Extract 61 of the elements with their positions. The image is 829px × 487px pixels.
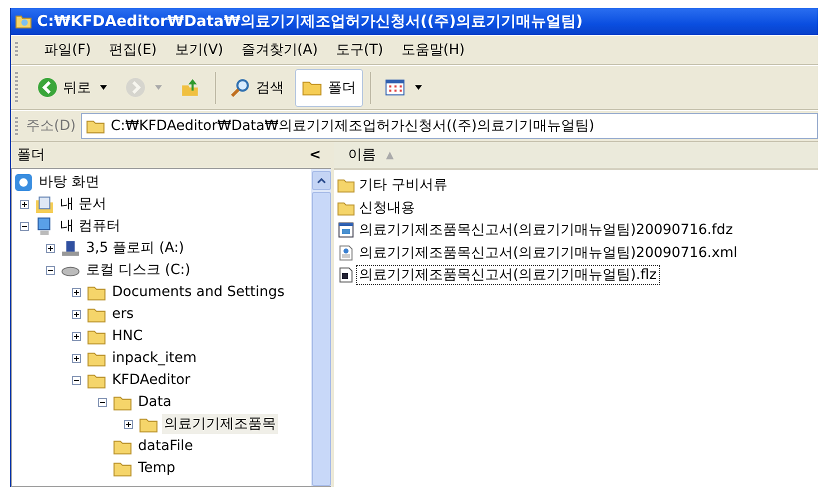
folder-icon <box>86 118 105 134</box>
collapse-toggle-icon[interactable] <box>46 266 55 274</box>
document-icon <box>337 244 355 261</box>
tree-item[interactable]: 의료기기제조품목 <box>162 414 278 434</box>
folder-up-icon <box>180 77 201 98</box>
column-header[interactable]: 이름 ▲ <box>334 142 818 170</box>
tree-item[interactable]: 바탕 화면 <box>37 172 102 192</box>
file-item[interactable]: 신청내용 <box>356 198 418 218</box>
search-button[interactable]: 검색 <box>223 68 291 106</box>
expand-toggle-icon[interactable] <box>124 420 133 428</box>
tree-item[interactable]: Documents and Settings <box>110 283 286 301</box>
caret-icon <box>100 85 107 90</box>
caret-icon <box>415 85 422 90</box>
collapse-toggle-icon[interactable] <box>98 398 107 406</box>
file-item[interactable]: 기타 구비서류 <box>356 175 450 196</box>
file-item[interactable]: 의료기기제조품목신고서(의료기기매뉴얼팀).flz <box>356 265 660 286</box>
menu-item[interactable]: 편집(E) <box>108 41 157 59</box>
views-icon <box>385 77 406 98</box>
expand-toggle-icon[interactable] <box>72 310 81 318</box>
close-pane-button[interactable]: < <box>305 147 325 163</box>
tree-item[interactable]: KFDAeditor <box>110 371 192 389</box>
window-file-icon <box>337 222 355 238</box>
menu-item[interactable]: 파일(F) <box>44 41 91 59</box>
menu-item[interactable]: 도구(T) <box>336 41 384 59</box>
menu-item[interactable]: 즐겨찾기(A) <box>241 41 318 59</box>
tree-item[interactable]: HNC <box>110 327 145 345</box>
file-item[interactable]: 의료기기제조품목신고서(의료기기매뉴얼팀)20090716.xml <box>356 242 740 263</box>
tree-item[interactable]: 내 문서 <box>58 194 108 214</box>
window-title: C:₩KFDAeditor₩Data₩의료기기제조업허가신청서((주)의료기기매뉴얼팀) <box>37 12 583 31</box>
folder-icon <box>337 177 355 194</box>
expand-toggle-icon[interactable] <box>20 200 29 208</box>
collapse-toggle-icon[interactable] <box>72 376 81 384</box>
expand-toggle-icon[interactable] <box>72 354 81 362</box>
tree-item[interactable]: 3,5 플로피 (A:) <box>84 238 186 258</box>
scroll-up-button[interactable] <box>312 171 330 190</box>
address-label: 주소(D) <box>26 117 76 135</box>
collapse-toggle-icon[interactable] <box>20 222 29 230</box>
file-item[interactable]: 의료기기제조품목신고서(의료기기매뉴얼팀)20090716.fdz <box>356 220 736 240</box>
expand-toggle-icon[interactable] <box>46 244 55 252</box>
caret-icon <box>155 85 162 90</box>
folder-icon <box>15 14 32 29</box>
pane-title: 폴더 <box>17 146 45 164</box>
search-icon <box>230 77 251 98</box>
address-field[interactable]: C:₩KFDAeditor₩Data₩의료기기제조업허가신청서((주)의료기기매뉴얼팀) <box>80 113 818 139</box>
tree-item[interactable]: inpack_item <box>110 349 199 367</box>
tree-item[interactable]: Temp <box>136 459 178 477</box>
menu-item[interactable]: 보기(V) <box>174 41 224 59</box>
tree-item[interactable]: 내 컴퓨터 <box>58 216 122 236</box>
folders-button[interactable]: 폴더 <box>295 68 363 106</box>
tree-item[interactable]: dataFile <box>136 437 195 455</box>
folder-icon <box>337 200 355 216</box>
menu-item[interactable]: 도움말(H) <box>401 41 465 59</box>
sort-indicator: ▲ <box>386 150 394 160</box>
back-button[interactable]: 뒤로 <box>30 68 114 106</box>
documents-folder-icon <box>35 194 54 214</box>
expand-toggle-icon[interactable] <box>72 332 81 340</box>
tree-item[interactable]: 로컬 디스크 (C:) <box>84 260 192 280</box>
tree-item[interactable]: ers <box>110 305 136 323</box>
tree-item[interactable]: Data <box>136 393 174 411</box>
expand-toggle-icon[interactable] <box>72 288 81 296</box>
file-icon <box>337 267 355 284</box>
